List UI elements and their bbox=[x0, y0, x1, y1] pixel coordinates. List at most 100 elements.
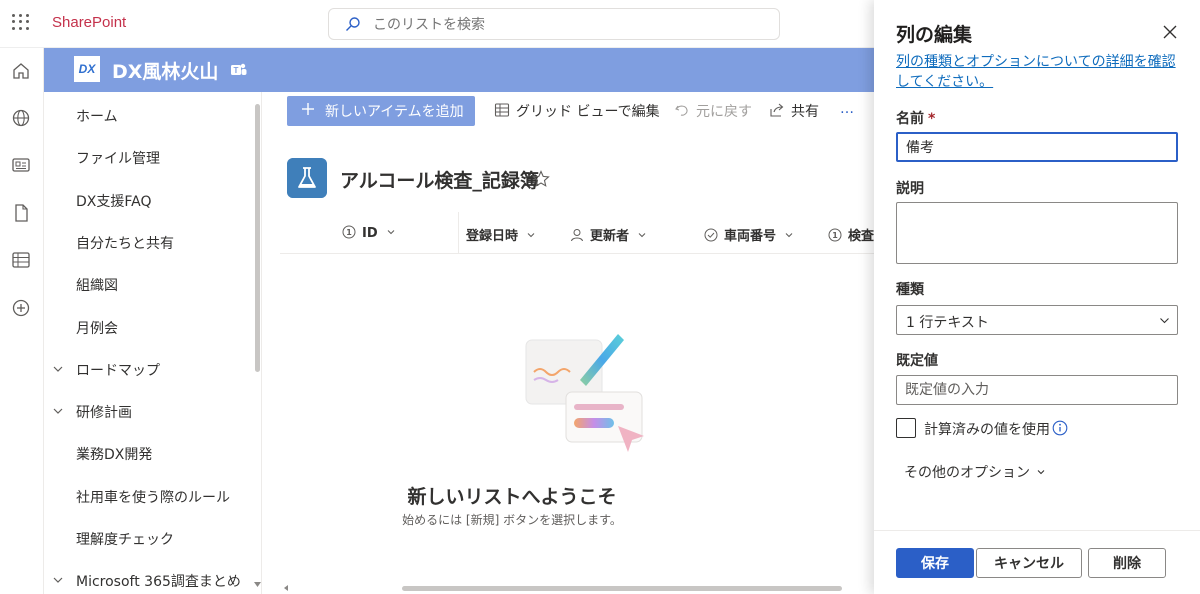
grid-icon bbox=[494, 103, 510, 117]
command-bar: 新しいアイテムを追加 グリッド ビューで編集 元に戻す 共有 … bbox=[262, 92, 874, 132]
type-selected-value: 1 行テキスト bbox=[906, 315, 989, 331]
nav-item[interactable]: DX支援FAQ bbox=[44, 185, 256, 217]
scrollbar-thumb[interactable] bbox=[402, 586, 842, 591]
search-box[interactable] bbox=[328, 8, 780, 40]
teams-icon[interactable]: T bbox=[230, 62, 248, 78]
add-new-item-button[interactable]: 新しいアイテムを追加 bbox=[287, 96, 475, 126]
calculated-value-checkbox[interactable] bbox=[896, 418, 916, 438]
column-name-input[interactable] bbox=[896, 132, 1178, 162]
column-header-label: 車両番号 bbox=[724, 229, 777, 244]
nav-item[interactable]: 月例会 bbox=[44, 312, 256, 344]
column-header[interactable]: 1 ID bbox=[342, 225, 396, 241]
column-divider bbox=[458, 212, 459, 254]
nav-item[interactable]: 組織図 bbox=[44, 269, 256, 301]
app-launcher-icon[interactable] bbox=[10, 12, 30, 32]
chevron-down-icon[interactable] bbox=[52, 405, 64, 417]
undo-icon bbox=[675, 105, 688, 116]
nav-item[interactable]: 業務DX開発 bbox=[44, 438, 256, 470]
chevron-down-icon[interactable] bbox=[52, 574, 64, 586]
default-value-input[interactable] bbox=[896, 375, 1178, 405]
more-options-toggle[interactable]: その他のオプション bbox=[904, 462, 1046, 482]
column-header[interactable]: 車両番号 bbox=[704, 225, 794, 244]
svg-text:1: 1 bbox=[832, 231, 838, 240]
delete-button[interactable]: 削除 bbox=[1088, 548, 1166, 578]
nav-item-label: Microsoft 365調査まとめ bbox=[76, 574, 241, 591]
panel-footer-divider bbox=[874, 530, 1200, 531]
type-label: 種類 bbox=[896, 282, 924, 298]
add-new-item-label: 新しいアイテムを追加 bbox=[325, 104, 464, 120]
column-headers: 1 ID 登録日時 更新者 車両番号 1 検査 bbox=[280, 212, 874, 254]
column-header[interactable]: 1 検査 bbox=[828, 225, 874, 244]
flask-icon[interactable] bbox=[287, 158, 327, 198]
column-header[interactable]: 更新者 bbox=[570, 225, 647, 244]
column-header-label: ID bbox=[362, 226, 378, 241]
nav-item-label: 自分たちと共有 bbox=[76, 235, 174, 252]
required-mark: * bbox=[928, 111, 936, 127]
nav-item[interactable]: 自分たちと共有 bbox=[44, 227, 256, 259]
search-icon bbox=[346, 17, 360, 31]
nav-item-label: ホーム bbox=[76, 109, 118, 125]
more-commands-button[interactable]: … bbox=[840, 101, 854, 117]
description-label: 説明 bbox=[896, 181, 924, 197]
nav-item-label: ファイル管理 bbox=[76, 151, 160, 168]
app-rail bbox=[0, 48, 44, 594]
share-icon bbox=[770, 103, 784, 117]
horizontal-scrollbar[interactable] bbox=[280, 584, 874, 592]
number-icon: 1 bbox=[828, 228, 842, 242]
nav-item-label: 月例会 bbox=[76, 320, 118, 337]
nav-item[interactable]: ホーム bbox=[44, 100, 256, 132]
globe-icon[interactable] bbox=[10, 107, 32, 129]
nav-item-label: ロードマップ bbox=[76, 362, 160, 379]
edit-column-panel: 列の編集 列の種類とオプションについての詳細を確認してください。 名前* 説明 … bbox=[874, 0, 1200, 594]
share-label: 共有 bbox=[791, 104, 819, 120]
info-icon[interactable] bbox=[1052, 420, 1068, 436]
chevron-down-icon bbox=[387, 230, 395, 235]
nav-item-label: 社用車を使う際のルール bbox=[76, 489, 230, 506]
learn-more-link[interactable]: 列の種類とオプションについての詳細を確認してください。 bbox=[896, 52, 1176, 92]
nav-item[interactable]: Microsoft 365調査まとめ bbox=[44, 565, 256, 594]
nav-item[interactable]: ファイル管理 bbox=[44, 142, 256, 174]
column-header[interactable]: 登録日時 bbox=[466, 225, 536, 244]
type-select[interactable]: 1 行テキスト bbox=[896, 305, 1178, 335]
chevron-down-icon bbox=[527, 233, 535, 238]
nav-item[interactable]: ロードマップ bbox=[44, 354, 256, 386]
nav-item[interactable]: 研修計画 bbox=[44, 396, 256, 428]
search-input[interactable] bbox=[373, 13, 763, 37]
cancel-button[interactable]: キャンセル bbox=[976, 548, 1082, 578]
column-header-label: 更新者 bbox=[590, 229, 630, 244]
home-icon[interactable] bbox=[10, 60, 32, 82]
chevron-down-icon[interactable] bbox=[52, 363, 64, 375]
description-textarea[interactable] bbox=[896, 202, 1178, 264]
nav-item[interactable]: 社用車を使う際のルール bbox=[44, 481, 256, 513]
check-circle-icon bbox=[704, 228, 718, 242]
chevron-down-icon bbox=[1160, 318, 1169, 324]
sharepoint-brand[interactable]: SharePoint bbox=[52, 14, 126, 31]
site-header: DX DX風林火山 T bbox=[44, 48, 874, 92]
scroll-down-icon[interactable] bbox=[253, 580, 262, 589]
news-icon[interactable] bbox=[10, 154, 32, 176]
nav-item-label: 研修計画 bbox=[76, 405, 132, 422]
star-icon[interactable] bbox=[532, 170, 550, 188]
column-header-label: 登録日時 bbox=[466, 229, 519, 244]
site-title[interactable]: DX風林火山 bbox=[112, 57, 218, 84]
name-label: 名前 * bbox=[896, 108, 935, 128]
list-title[interactable]: アルコール検査_記録簿 bbox=[340, 166, 539, 193]
grid-view-label: グリッド ビューで編集 bbox=[516, 104, 660, 120]
person-icon bbox=[571, 229, 583, 242]
plus-icon bbox=[302, 103, 314, 115]
nav-item-label: 組織図 bbox=[76, 278, 118, 295]
site-logo[interactable]: DX bbox=[74, 56, 100, 82]
save-button[interactable]: 保存 bbox=[896, 548, 974, 578]
list-icon[interactable] bbox=[10, 249, 32, 271]
nav-scrollbar[interactable] bbox=[255, 104, 260, 372]
nav-item[interactable]: 理解度チェック bbox=[44, 523, 256, 555]
undo-label: 元に戻す bbox=[696, 104, 752, 120]
svg-text:1: 1 bbox=[346, 228, 352, 237]
file-icon[interactable] bbox=[10, 202, 32, 224]
scroll-left-icon[interactable] bbox=[282, 584, 290, 592]
nav-item-label: DX支援FAQ bbox=[76, 193, 152, 210]
close-icon[interactable] bbox=[1162, 24, 1178, 40]
add-icon[interactable] bbox=[10, 297, 32, 319]
chevron-down-icon bbox=[785, 233, 793, 238]
default-value-label: 既定値 bbox=[896, 353, 938, 369]
